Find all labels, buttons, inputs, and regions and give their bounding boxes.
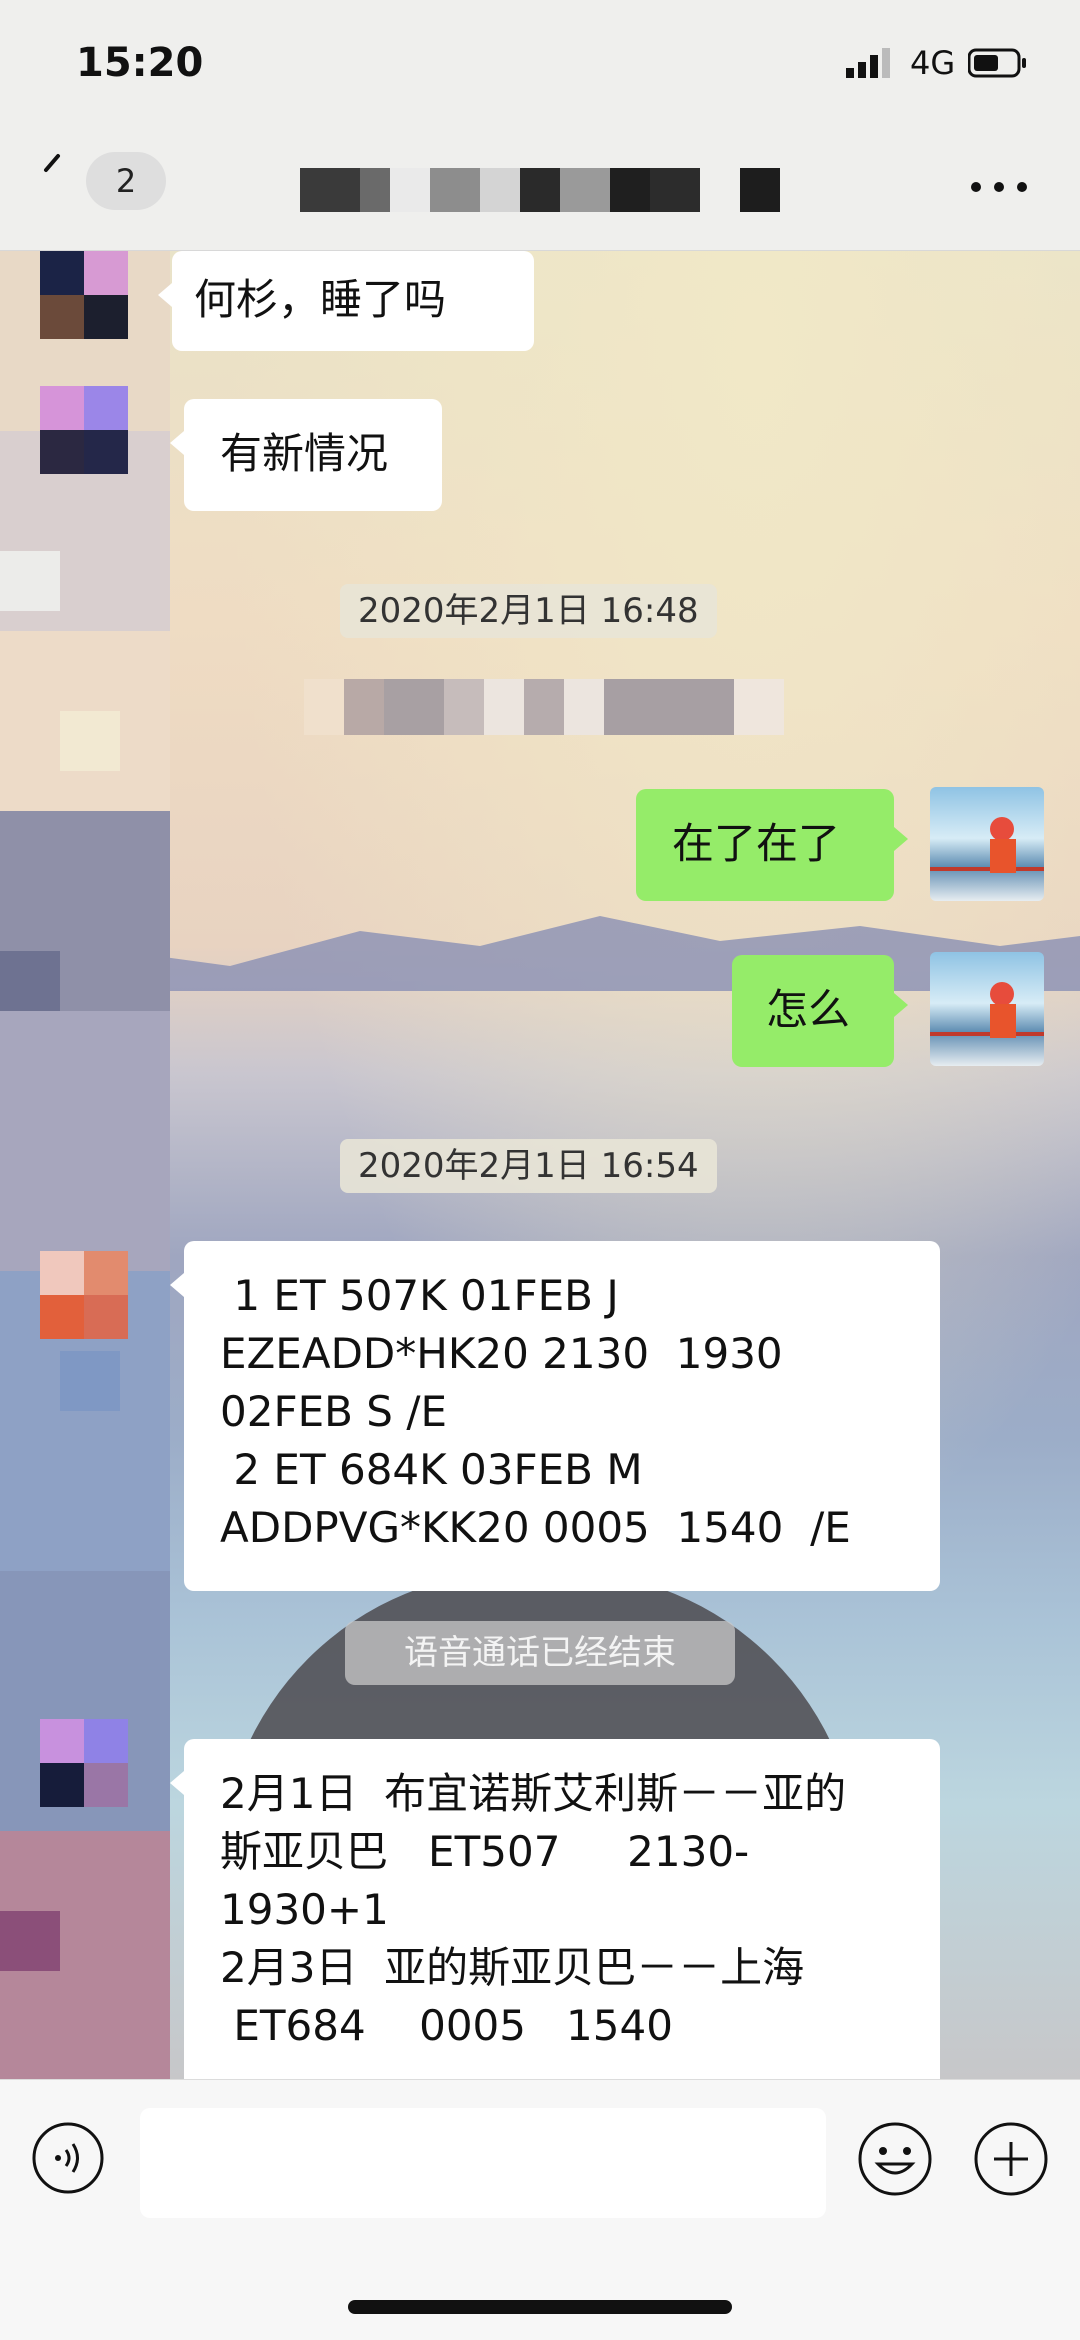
voice-icon[interactable] xyxy=(30,2120,106,2196)
chat-title-blurred xyxy=(300,168,780,212)
status-bar: 15:20 4G xyxy=(0,0,1080,130)
home-indicator[interactable] xyxy=(348,2300,732,2314)
plus-icon[interactable] xyxy=(972,2120,1050,2198)
battery-icon xyxy=(968,48,1026,78)
message-timestamp: 2020年2月1日 16:54 xyxy=(340,1139,717,1193)
blurred-text xyxy=(304,679,784,735)
emoji-icon[interactable] xyxy=(856,2120,934,2198)
person-on-boat-icon xyxy=(930,982,1044,1038)
person-on-boat-icon xyxy=(930,817,1044,873)
message-text: 有新情况 xyxy=(220,429,389,478)
message-bubble-sent[interactable]: 怎么 xyxy=(732,955,908,1067)
call-ended-notice: 语音通话已经结束 xyxy=(345,1621,735,1685)
contact-avatar[interactable] xyxy=(40,251,128,339)
back-chevron-icon[interactable] xyxy=(40,150,80,190)
my-avatar[interactable] xyxy=(930,787,1044,901)
message-text: 怎么 xyxy=(766,985,851,1034)
message-bubble-sent[interactable]: 在了在了 xyxy=(636,789,908,901)
message-input[interactable] xyxy=(140,2108,826,2218)
message-bubble-received[interactable]: 1 ET 507K 01FEB J EZEADD*HK20 2130 1930 … xyxy=(170,1241,940,1591)
unread-count-badge[interactable]: 2 xyxy=(86,152,166,210)
signal-icon xyxy=(846,48,890,78)
message-text: 在了在了 xyxy=(672,819,841,868)
message-text: 1 ET 507K 01FEB J EZEADD*HK20 2130 1930 … xyxy=(220,1271,851,1552)
message-text: 何杉，睡了吗 xyxy=(194,275,447,324)
message-bubble-received[interactable]: 有新情况 xyxy=(170,399,442,511)
chat-area[interactable]: 何杉，睡了吗 有新情况 2020年2月1日 16:48 在了在了 怎么 2020… xyxy=(0,251,1080,2079)
contact-avatar[interactable] xyxy=(40,1251,128,1339)
more-options-icon[interactable] xyxy=(968,172,1030,202)
status-time: 15:20 xyxy=(76,40,204,86)
my-avatar[interactable] xyxy=(930,952,1044,1066)
message-bubble-received[interactable]: 何杉，睡了吗 xyxy=(158,251,534,351)
message-text: 2月1日 布宜诺斯艾利斯－－亚的 斯亚贝巴 ET507 2130- 1930+1… xyxy=(220,1769,847,2050)
contact-avatar[interactable] xyxy=(40,1719,128,1807)
network-type: 4G xyxy=(910,44,956,82)
message-bubble-received[interactable]: 2月1日 布宜诺斯艾利斯－－亚的 斯亚贝巴 ET507 2130- 1930+1… xyxy=(170,1739,940,2079)
contact-avatar[interactable] xyxy=(40,386,128,474)
message-timestamp: 2020年2月1日 16:48 xyxy=(340,584,717,638)
